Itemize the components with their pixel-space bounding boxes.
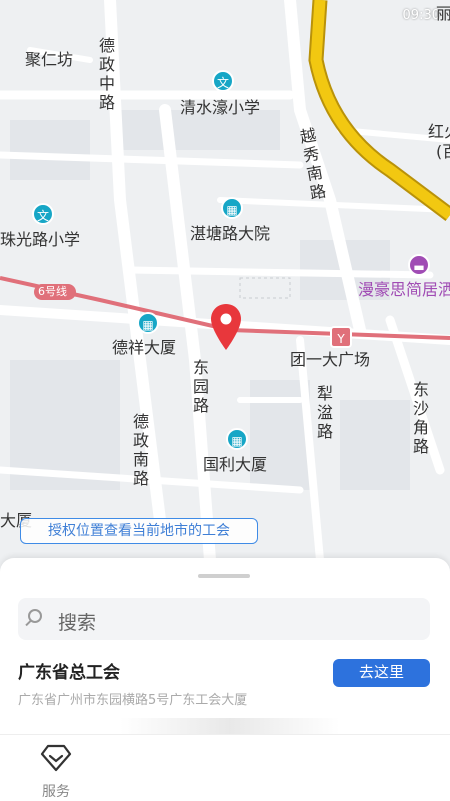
place-label: 国利大厦 xyxy=(203,455,268,474)
metro-station-icon: Y xyxy=(330,326,352,348)
place-label: 清水濠小学 xyxy=(180,98,261,117)
place-label: 漫豪思简居洒 xyxy=(358,280,450,299)
school-icon: 文 xyxy=(212,70,234,92)
drag-handle[interactable] xyxy=(198,574,250,578)
search-input[interactable]: 搜索 xyxy=(18,598,430,640)
place-label: 湛塘路大院 xyxy=(190,224,271,243)
metro-line-label: 6号线 xyxy=(38,285,67,298)
school-icon: 文 xyxy=(32,203,54,225)
place-label: 聚仁坊 xyxy=(25,50,74,69)
place-label: 红火 xyxy=(428,122,450,141)
search-placeholder: 搜索 xyxy=(58,612,97,634)
search-icon xyxy=(28,609,42,623)
road-label: 东园路 xyxy=(192,358,209,415)
place-label: 团一大广场 xyxy=(290,350,371,369)
place-label: 珠光路小学 xyxy=(0,230,81,249)
status-time: 09:30 xyxy=(402,8,440,23)
result-address: 广东省广州市东园横路5号广东工会大厦 xyxy=(18,693,248,708)
road-label: 德政南路 xyxy=(132,412,149,488)
diamond-icon xyxy=(40,744,72,772)
building-icon: ▦ xyxy=(226,428,248,450)
place-label: (百 xyxy=(436,142,450,161)
road-label: 犁湓路 xyxy=(316,384,333,441)
location-pin-icon[interactable] xyxy=(210,304,242,352)
nav-label-service: 服务 xyxy=(42,784,70,800)
place-label: 德祥大厦 xyxy=(112,338,177,357)
go-here-button[interactable]: 去这里 xyxy=(333,659,430,687)
road-label: 东沙角路 xyxy=(412,380,429,456)
bottom-nav: 服务 xyxy=(0,734,450,801)
map-view[interactable]: 09:30 聚仁坊 清水濠小学 湛塘路大院 珠光路小学 漫豪思简居洒 德祥大厦 … xyxy=(0,0,450,570)
status-bar: 09:30 xyxy=(403,8,440,23)
place-label: 丽 xyxy=(436,4,450,23)
auth-location-notice[interactable]: 授权位置查看当前地市的工会 xyxy=(20,518,258,544)
road-label: 德政中路 xyxy=(98,36,115,112)
nav-item-service[interactable]: 服务 xyxy=(24,741,88,800)
building-icon: ▦ xyxy=(221,197,243,219)
hotel-icon: ▬ xyxy=(408,254,430,276)
result-name[interactable]: 广东省总工会 xyxy=(18,658,120,683)
building-icon: ▦ xyxy=(137,312,159,334)
